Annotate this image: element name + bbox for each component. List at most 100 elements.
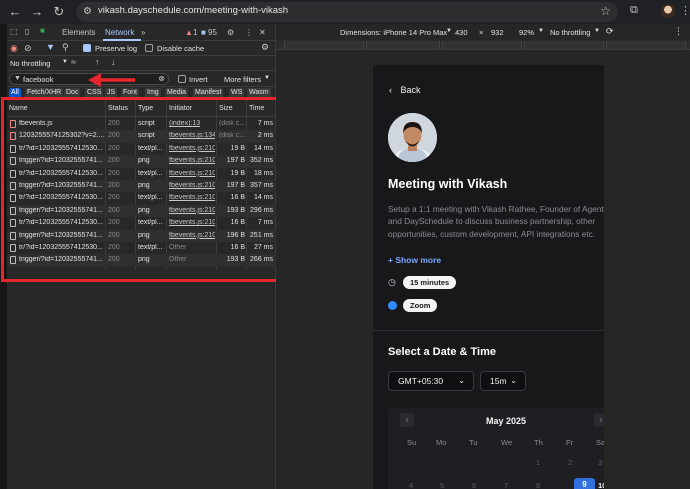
zoom-select[interactable]: 92% (519, 28, 534, 37)
calendar-day[interactable]: 4 (409, 481, 413, 489)
media-query-ruler (276, 40, 690, 50)
warning-count: 1 (193, 28, 198, 37)
section-title: Select a Date & Time (388, 346, 497, 358)
settings-gear-icon[interactable]: ⚙ (227, 28, 234, 37)
extensions-icon[interactable]: ⧉ (630, 4, 638, 17)
slot-length-select[interactable]: 15m ⌄ (480, 371, 526, 391)
duration-badge: 15 minutes (403, 276, 457, 289)
zoom-icon (388, 301, 397, 310)
prev-month-button[interactable]: ‹ (400, 413, 414, 427)
calendar-day[interactable]: 3 (598, 458, 602, 467)
date-picker-calendar: ‹ May 2025 › Su Mo Tu We Th Fr Sa 1 2 3 … (388, 408, 604, 489)
warning-icon[interactable]: ▲ (185, 28, 193, 37)
device-toolbar: Dimensions: iPhone 14 Pro Max ▼ 430 × 93… (276, 24, 690, 40)
annotation-highlight-box (1, 97, 284, 282)
calendar-day[interactable]: 5 (440, 481, 444, 489)
throttling-select[interactable]: No throttling (10, 59, 50, 68)
weekday-label: Th (534, 438, 543, 447)
avatar (388, 113, 437, 162)
chevron-down-icon: ⌄ (458, 376, 465, 385)
reload-icon[interactable]: ↻ (50, 3, 68, 21)
weekday-label: Sa (596, 438, 604, 447)
calendar-day[interactable]: 1 (536, 458, 540, 467)
weekday-label: Mo (436, 438, 447, 447)
calendar-day[interactable]: 8 (536, 481, 540, 489)
ruler-segment[interactable] (284, 41, 364, 49)
tab-network[interactable]: Network (105, 28, 134, 37)
network-settings-icon[interactable]: ⚙ (261, 42, 269, 53)
back-arrow-icon[interactable]: ← (6, 3, 24, 21)
month-label: May 2025 (486, 416, 527, 426)
next-month-button[interactable]: › (594, 413, 604, 427)
ruler-segment[interactable] (606, 41, 686, 49)
upload-icon[interactable]: ↑ (95, 57, 100, 67)
invert-checkbox[interactable] (178, 75, 186, 83)
device-width-input[interactable]: 430 (455, 28, 468, 37)
back-link[interactable]: ‹ Back (389, 85, 421, 95)
preserve-log-checkbox[interactable] (83, 44, 91, 52)
ruler-segment[interactable] (442, 41, 522, 49)
tab-elements[interactable]: Elements (62, 28, 95, 37)
clear-filter-icon[interactable]: ⊗ (158, 74, 165, 83)
device-throttling-select[interactable]: No throttling (550, 28, 590, 37)
weekday-label: Tu (469, 438, 478, 447)
page-title: Meeting with Vikash (388, 177, 508, 191)
wifi-conditions-icon[interactable]: ≈ (71, 57, 76, 67)
chevron-down-icon: ▼ (446, 28, 452, 34)
menu-dots-icon[interactable]: ⋮ (680, 4, 690, 17)
browser-toolbar: ← → ↻ ⚙ vikash.dayschedule.com/meeting-w… (0, 0, 690, 24)
chevron-down-icon: ▼ (594, 28, 600, 34)
bookmark-star-icon[interactable]: ☆ (600, 4, 611, 18)
disable-cache-checkbox[interactable] (145, 44, 153, 52)
kebab-menu-icon[interactable]: ⋮ (245, 28, 253, 37)
device-toggle-icon[interactable]: ▯ (25, 27, 29, 36)
more-filters-dropdown[interactable]: More filters (224, 75, 261, 84)
filter-icon[interactable]: ▼ (46, 42, 55, 52)
site-info-icon[interactable]: ⚙ (83, 6, 92, 17)
slot-length-value: 15m (490, 376, 507, 386)
clear-icon[interactable]: ⊘ (24, 43, 32, 54)
chevron-left-icon: ‹ (389, 85, 392, 95)
inspect-icon[interactable]: ⬚ (10, 27, 18, 36)
forward-arrow-icon[interactable]: → (28, 3, 46, 21)
close-icon[interactable]: ✕ (259, 28, 266, 37)
more-tabs-icon[interactable]: » (141, 28, 145, 37)
device-height-input[interactable]: 932 (491, 28, 504, 37)
calendar-day[interactable]: 7 (504, 481, 508, 489)
ruler-segment[interactable] (524, 41, 604, 49)
search-icon[interactable]: ⚲ (62, 42, 69, 53)
extension-cube-icon[interactable]: ■ (40, 26, 45, 35)
calendar-day[interactable]: 2 (568, 458, 572, 467)
filter-bar: ▼ facebook ⊗ Invert More filters ▼ (7, 71, 276, 87)
device-more-icon[interactable]: ⋮ (674, 26, 683, 37)
chevron-down-icon: ▼ (538, 28, 544, 34)
location-badge: Zoom (403, 299, 438, 312)
weekday-label: Su (407, 438, 417, 447)
invert-label: Invert (189, 75, 208, 84)
show-more-link[interactable]: + Show more (388, 255, 441, 265)
record-icon[interactable]: ◉ (10, 43, 18, 54)
timezone-select[interactable]: GMT+05:30 ⌄ (388, 371, 474, 391)
download-icon[interactable]: ↓ (111, 57, 116, 67)
annotation-arrow-icon (88, 73, 135, 87)
weekday-label: Fr (566, 438, 574, 447)
calendar-day[interactable]: 6 (472, 481, 476, 489)
chevron-down-icon: ▼ (62, 59, 68, 65)
back-label: Back (400, 85, 421, 95)
message-icon[interactable]: ■ (201, 28, 206, 37)
calendar-day-selected[interactable]: 9 (574, 478, 595, 489)
rotate-icon[interactable]: ⟳ (606, 26, 614, 37)
address-bar[interactable]: ⚙ vikash.dayschedule.com/meeting-with-vi… (76, 2, 618, 22)
event-description: Setup a 1:1 meeting with Vikash Rathee, … (388, 204, 604, 239)
filter-value: facebook (23, 75, 54, 84)
chevron-down-icon: ▼ (264, 75, 270, 81)
device-select[interactable]: Dimensions: iPhone 14 Pro Max (340, 28, 447, 37)
section-divider (373, 330, 604, 331)
devtools-tabbar: ⬚ ▯ ■ Elements Network » ▲ 1 ■ 95 ⚙ ⋮ ✕ (7, 24, 276, 41)
dimension-times: × (479, 28, 484, 37)
profile-avatar[interactable] (661, 4, 675, 18)
clock-icon: ◷ (388, 277, 396, 287)
funnel-icon: ▼ (14, 75, 21, 82)
calendar-day[interactable]: 10 (598, 481, 604, 489)
ruler-segment[interactable] (366, 41, 440, 49)
